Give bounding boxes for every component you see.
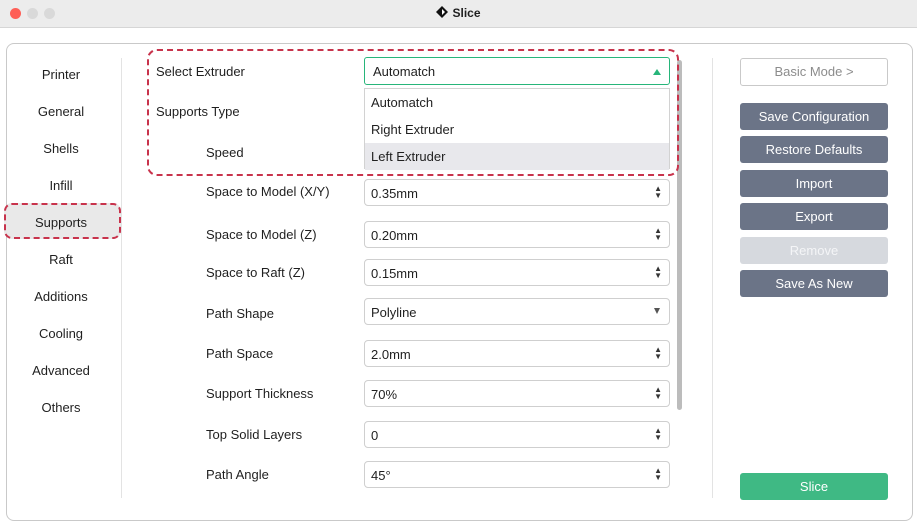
extruder-highlight-annotation <box>147 49 679 176</box>
sidebar-item-printer[interactable]: Printer <box>0 67 122 82</box>
actions-divider <box>712 58 713 498</box>
restore-defaults-button[interactable]: Restore Defaults <box>740 136 888 163</box>
space-to-model-z-label: Space to Model (Z) <box>206 227 317 242</box>
chevron-down-icon <box>654 308 660 314</box>
sidebar-divider <box>121 58 122 498</box>
space-to-model-xy-field[interactable]: 0.35mm ▲ ▼ <box>364 179 670 206</box>
stepper-arrows-icon[interactable]: ▲ ▼ <box>654 386 662 401</box>
space-to-model-z-field[interactable]: 0.20mm ▲ ▼ <box>364 221 670 248</box>
sidebar-item-advanced[interactable]: Advanced <box>0 363 122 378</box>
title-bar: Slice <box>0 0 917 28</box>
space-to-model-z-value: 0.20mm <box>371 228 418 243</box>
top-solid-layers-label: Top Solid Layers <box>206 427 303 442</box>
space-to-model-xy-label: Space to Model (X/Y) <box>206 184 330 199</box>
sidebar-item-additions[interactable]: Additions <box>0 289 122 304</box>
sidebar-item-raft[interactable]: Raft <box>0 252 122 267</box>
basic-mode-button[interactable]: Basic Mode > <box>740 58 888 86</box>
space-to-raft-z-label: Space to Raft (Z) <box>206 265 305 280</box>
sidebar-item-general[interactable]: General <box>0 104 122 119</box>
window-title-text: Slice <box>452 6 481 20</box>
path-space-value: 2.0mm <box>371 347 411 362</box>
import-button[interactable]: Import <box>740 170 888 197</box>
save-configuration-button[interactable]: Save Configuration <box>740 103 888 130</box>
top-solid-layers-value: 0 <box>371 428 379 443</box>
path-angle-label: Path Angle <box>206 467 269 482</box>
top-solid-layers-field[interactable]: 0 ▲ ▼ <box>364 421 670 448</box>
support-thickness-field[interactable]: 70% ▲ ▼ <box>364 380 670 407</box>
stepper-arrows-icon[interactable]: ▲ ▼ <box>654 185 662 200</box>
space-to-raft-z-field[interactable]: 0.15mm ▲ ▼ <box>364 259 670 286</box>
stepper-arrows-icon[interactable]: ▲ ▼ <box>654 346 662 361</box>
space-to-raft-z-value: 0.15mm <box>371 266 418 281</box>
sidebar-item-others[interactable]: Others <box>0 400 122 415</box>
export-button[interactable]: Export <box>740 203 888 230</box>
save-as-new-button[interactable]: Save As New <box>740 270 888 297</box>
sidebar-item-cooling[interactable]: Cooling <box>0 326 122 341</box>
path-shape-value: Polyline <box>371 305 417 320</box>
sidebar-item-shells[interactable]: Shells <box>0 141 122 156</box>
stepper-arrows-icon[interactable]: ▲ ▼ <box>654 227 662 242</box>
stepper-arrows-icon[interactable]: ▲ ▼ <box>654 467 662 482</box>
path-angle-field[interactable]: 45° ▲ ▼ <box>364 461 670 488</box>
path-shape-select[interactable]: Polyline <box>364 298 670 325</box>
path-shape-label: Path Shape <box>206 306 274 321</box>
remove-button: Remove <box>740 237 888 264</box>
path-space-field[interactable]: 2.0mm ▲ ▼ <box>364 340 670 367</box>
space-to-model-xy-value: 0.35mm <box>371 186 418 201</box>
path-space-label: Path Space <box>206 346 274 361</box>
sidebar-item-infill[interactable]: Infill <box>0 178 122 193</box>
sidebar-item-supports[interactable]: Supports <box>0 215 122 230</box>
support-thickness-value: 70% <box>371 387 398 402</box>
stepper-arrows-icon[interactable]: ▲ ▼ <box>654 427 662 442</box>
window-title: Slice <box>0 6 917 20</box>
stepper-arrows-icon[interactable]: ▲ ▼ <box>654 265 662 280</box>
slice-button[interactable]: Slice <box>740 473 888 500</box>
path-angle-value: 45° <box>371 468 391 483</box>
slice-app-icon <box>436 6 449 18</box>
support-thickness-label: Support Thickness <box>206 386 314 401</box>
